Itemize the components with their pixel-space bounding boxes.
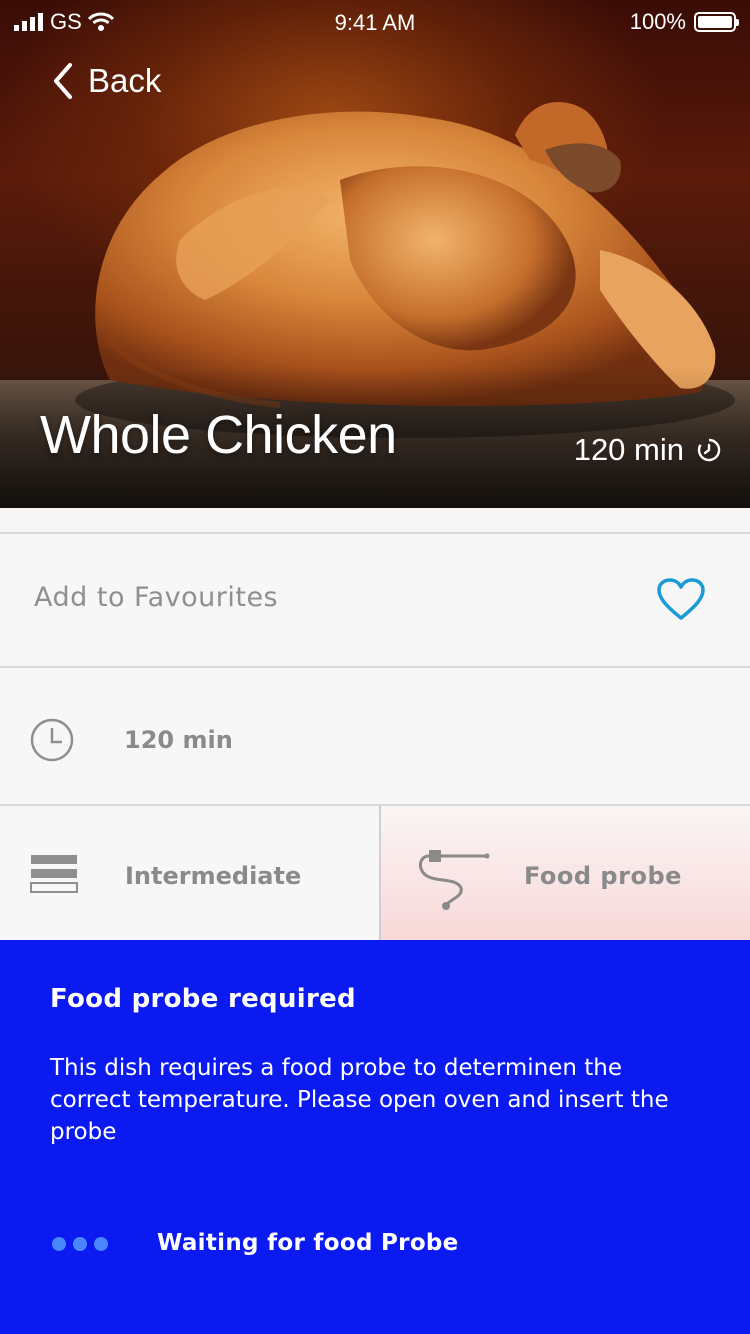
duration-label: 120 min xyxy=(124,726,233,754)
difficulty-label: Intermediate xyxy=(125,862,302,890)
difficulty-cell: Intermediate xyxy=(0,806,379,941)
food-probe-cell[interactable]: Food probe xyxy=(379,806,750,941)
probe-description: This dish requires a food probe to deter… xyxy=(50,1055,669,1145)
loading-dot xyxy=(73,1237,87,1251)
details-row: Intermediate Food probe xyxy=(0,804,750,941)
food-probe-label: Food probe xyxy=(524,862,682,890)
add-to-favourites-row[interactable]: Add to Favourites xyxy=(0,532,750,667)
loading-dots-icon xyxy=(52,1237,108,1251)
hero-duration-label: 120 min xyxy=(573,432,684,467)
back-button[interactable]: Back xyxy=(52,62,161,100)
battery-percent: 100% xyxy=(629,9,686,34)
clock-icon xyxy=(30,718,74,762)
waiting-status: Waiting for food Probe xyxy=(157,1230,459,1256)
back-chevron-icon xyxy=(54,63,72,99)
loading-dot xyxy=(52,1237,66,1251)
food-probe-icon xyxy=(419,850,490,910)
loading-dot xyxy=(94,1237,108,1251)
recipe-title: Whole Chicken xyxy=(40,405,397,465)
duration-row: 120 min xyxy=(0,666,750,806)
status-bar: GS 9:41 AM 100% xyxy=(0,0,750,44)
probe-required-panel: Food probe required This dish requires a… xyxy=(0,940,750,1334)
timer-icon xyxy=(697,438,721,462)
battery-status: 100% xyxy=(629,9,739,35)
battery-icon xyxy=(694,12,739,32)
favourites-label: Add to Favourites xyxy=(34,582,279,613)
heart-icon[interactable] xyxy=(656,578,706,622)
probe-heading: Food probe required xyxy=(50,984,356,1014)
difficulty-bars-icon xyxy=(30,855,78,893)
back-label: Back xyxy=(88,62,162,99)
hero-duration: 120 min xyxy=(574,432,722,468)
